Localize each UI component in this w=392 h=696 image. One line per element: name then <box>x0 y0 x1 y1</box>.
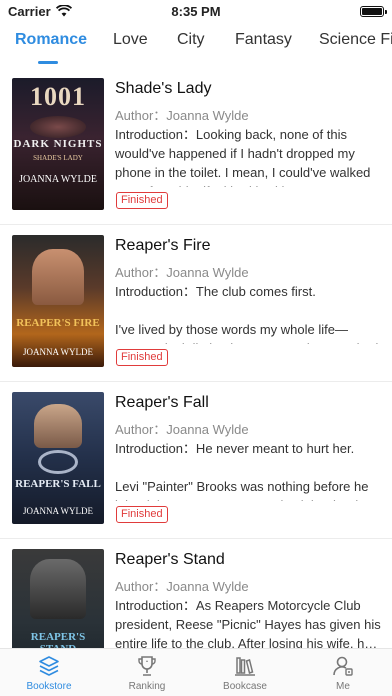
book-item-shades-lady[interactable]: 1001 DARK NIGHTS SHADE'S LADY JOANNA WYL… <box>0 68 392 225</box>
wifi-icon <box>55 5 72 17</box>
status-badge: Finished <box>116 349 168 366</box>
cover-title: REAPER'S FALL <box>15 478 101 490</box>
carrier-label: Carrier <box>8 3 51 19</box>
tab-city[interactable]: City <box>177 31 205 49</box>
tab-love[interactable]: Love <box>113 31 148 49</box>
book-introduction: Introduction：Looking back, none of this … <box>115 127 371 187</box>
nav-ranking-label: Ranking <box>128 681 166 692</box>
book-introduction: Introduction：The club comes first. I've … <box>115 284 378 344</box>
cover-author: JOANNA WYLDE <box>22 506 94 516</box>
cover-title: REAPER'S STAND <box>30 631 86 648</box>
book-title[interactable]: Shade's Lady <box>115 80 211 98</box>
book-item-reapers-fall[interactable]: REAPER'S FALL JOANNA WYLDE Reaper's Fall… <box>0 382 392 539</box>
battery-icon <box>360 5 387 17</box>
book-title[interactable]: Reaper's Stand <box>115 551 225 569</box>
book-item-reapers-stand[interactable]: REAPER'S STAND Reaper's Stand Author：Joa… <box>0 539 392 648</box>
profile-icon <box>333 656 353 676</box>
book-author: Author：Joanna Wylde <box>115 422 249 437</box>
bookstore-icon <box>39 656 59 676</box>
book-cover[interactable]: REAPER'S FIRE JOANNA WYLDE <box>12 235 104 367</box>
tab-fantasy[interactable]: Fantasy <box>235 31 292 49</box>
book-title[interactable]: Reaper's Fire <box>115 237 211 255</box>
book-list[interactable]: 1001 DARK NIGHTS SHADE'S LADY JOANNA WYL… <box>0 68 392 648</box>
nav-bookstore-label: Bookstore <box>26 681 72 692</box>
nav-bookcase[interactable]: Bookcase <box>196 649 294 696</box>
book-item-reapers-fire[interactable]: REAPER'S FIRE JOANNA WYLDE Reaper's Fire… <box>0 225 392 382</box>
book-author: Author：Joanna Wylde <box>115 108 249 123</box>
tab-science-fiction[interactable]: Science Fi <box>319 31 392 49</box>
nav-ranking[interactable]: Ranking <box>98 649 196 696</box>
cover-author: JOANNA WYLDE <box>19 174 97 185</box>
book-cover[interactable]: 1001 DARK NIGHTS SHADE'S LADY JOANNA WYL… <box>12 78 104 210</box>
tab-romance[interactable]: Romance <box>15 31 87 49</box>
cover-title: REAPER'S FIRE <box>16 317 100 329</box>
category-tabs: Romance Love City Fantasy Science Fi <box>0 22 392 68</box>
book-title[interactable]: Reaper's Fall <box>115 394 209 412</box>
book-introduction: Introduction：He never meant to hurt her.… <box>115 441 372 501</box>
cover-figure <box>30 116 86 138</box>
status-badge: Finished <box>116 192 168 209</box>
book-introduction: Introduction：As Reapers Motorcycle Club … <box>115 598 381 648</box>
book-cover[interactable]: REAPER'S FALL JOANNA WYLDE <box>12 392 104 524</box>
cover-number: 1001 <box>30 82 86 111</box>
cover-author: JOANNA WYLDE <box>22 347 94 357</box>
nav-me-label: Me <box>336 681 350 692</box>
cover-figure <box>30 559 86 619</box>
book-author: Author：Joanna Wylde <box>115 579 249 594</box>
status-bar: Carrier 8:35 PM <box>0 0 392 22</box>
cover-figure <box>32 249 84 305</box>
nav-me[interactable]: Me <box>294 649 392 696</box>
cover-series: DARK NIGHTS <box>13 138 103 150</box>
nav-bookcase-label: Bookcase <box>223 681 267 692</box>
book-cover[interactable]: REAPER'S STAND <box>12 549 104 648</box>
trophy-icon <box>138 656 156 676</box>
book-author: Author：Joanna Wylde <box>115 265 249 280</box>
bookcase-icon <box>235 657 255 676</box>
cover-title: SHADE'S LADY <box>33 154 83 162</box>
bottom-navigation: Bookstore Ranking Bookcase Me <box>0 648 392 696</box>
battery-level <box>362 7 382 15</box>
nav-bookstore[interactable]: Bookstore <box>0 649 98 696</box>
cover-figure <box>34 404 82 448</box>
active-tab-indicator <box>38 61 58 64</box>
cover-motorcycle <box>38 450 78 474</box>
status-badge: Finished <box>116 506 168 523</box>
